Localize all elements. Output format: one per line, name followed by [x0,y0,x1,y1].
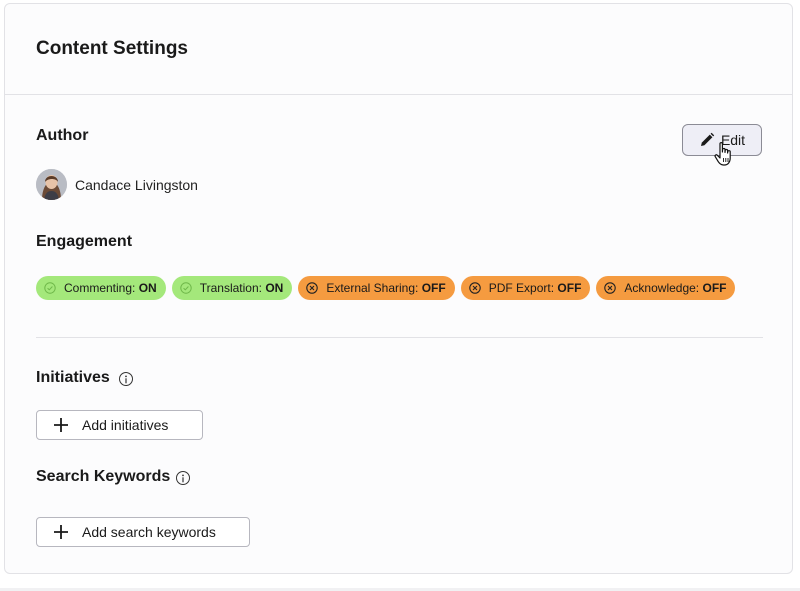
add-initiatives-button[interactable]: Add initiatives [36,410,203,440]
author-row: Candace Livingston [36,169,198,200]
x-circle-icon [306,282,319,294]
hand-pointer-icon [714,142,731,166]
pill-state: OFF [702,281,727,295]
plus-icon [54,418,68,432]
pill-state: ON [265,281,284,295]
card-header: Content Settings [5,4,792,95]
add-search-keywords-label: Add search keywords [82,524,216,540]
author-heading: Author [36,127,89,144]
plus-icon [54,525,68,539]
pill-label: Translation: [199,281,262,295]
x-circle-icon [468,282,481,294]
pill-translation: Translation: ON [171,276,293,300]
info-icon[interactable] [119,372,133,386]
engagement-heading: Engagement [36,233,133,250]
info-icon[interactable] [176,471,190,485]
pill-commenting: Commenting: ON [36,276,166,300]
pill-label: Commenting: [64,281,136,295]
pill-external-sharing: External Sharing: OFF [298,276,455,300]
avatar [36,169,67,200]
search-keywords-heading: Search Keywords [36,468,171,485]
check-circle-icon [44,282,56,294]
pill-state: OFF [421,281,446,295]
add-search-keywords-button[interactable]: Add search keywords [36,517,250,547]
pill-label: PDF Export: [488,281,555,295]
pill-state: ON [138,281,157,295]
add-initiatives-label: Add initiatives [82,417,169,433]
pill-label: External Sharing: [326,281,419,295]
author-name: Candace Livingston [75,176,198,193]
content-settings-card: Content Settings Author Candace Livingst… [4,3,793,574]
pill-acknowledge: Acknowledge: OFF [596,276,736,300]
pill-state: OFF [557,281,582,295]
initiatives-heading: Initiatives [36,369,110,386]
pill-label: Acknowledge: [624,281,700,295]
section-divider [36,337,763,338]
x-circle-icon [604,282,617,294]
card-title: Content Settings [36,38,188,59]
engagement-pills: Commenting: ON Translation: ON External … [36,276,736,300]
check-circle-icon [180,282,192,294]
pill-pdf-export: PDF Export: OFF [460,276,591,300]
